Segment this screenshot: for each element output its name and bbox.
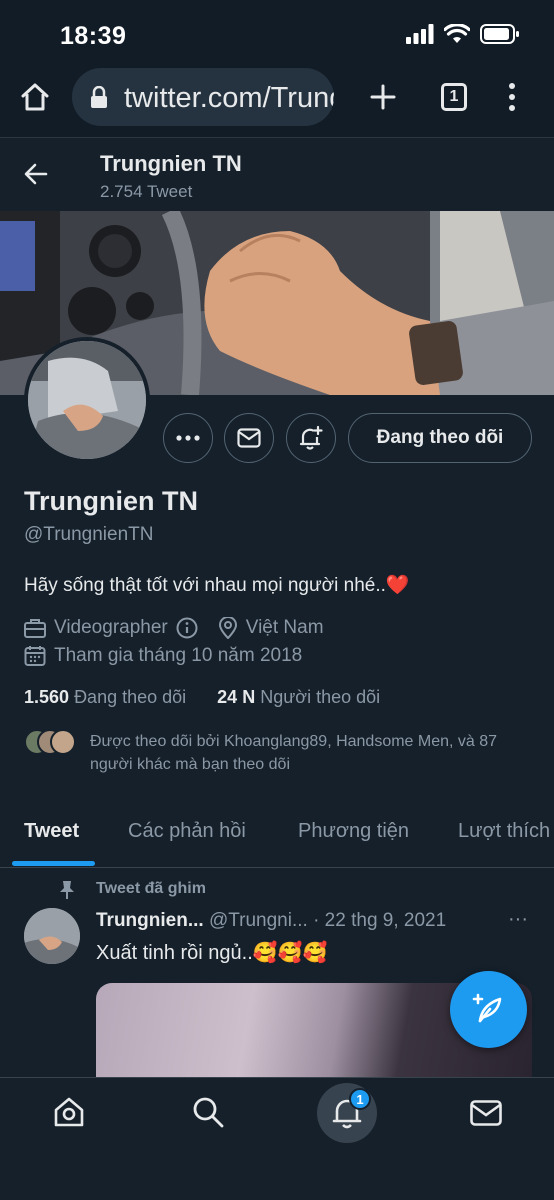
tweet-author-handle[interactable]: @Trungni... [209,910,308,931]
profile-meta-row: Videographer Việt Nam [24,617,324,639]
tab-replies[interactable]: Các phản hồi [128,820,246,843]
header-tweet-count: 2.754 Tweet [100,182,193,201]
profile-joined: Tham gia tháng 10 năm 2018 [54,645,303,666]
new-tab-icon[interactable] [370,84,396,110]
url-text: twitter.com/Trungnien [124,82,334,114]
home-icon[interactable] [20,82,50,112]
tab-tweets[interactable]: Tweet [24,820,79,843]
briefcase-icon [24,619,46,638]
back-arrow-icon[interactable] [24,163,48,185]
compose-tweet-button[interactable] [450,971,527,1048]
tweet-author-name[interactable]: Trungnien... [96,910,204,931]
follow-stats: 1.560 Đang theo dõi 24 N Người theo dõi [24,687,380,708]
tab-count: 1 [449,88,459,105]
tweet-header: Trungnien... @Trungni... · 22 thg 9, 202… [96,910,446,932]
pinned-label: Tweet đã ghim [96,880,206,897]
compose-feather-icon [472,993,501,1022]
message-button[interactable] [224,413,274,463]
profile-handle: @TrungnienTN [24,524,154,545]
more-horiz-icon [176,435,200,441]
status-time: 18:39 [60,22,127,50]
tweet-more-button[interactable]: ··· [508,908,528,931]
location-pin-icon [218,617,237,639]
followers-count: 24 N [217,687,256,707]
calendar-icon [24,646,46,666]
messages-nav-icon[interactable] [470,1100,502,1126]
mutual-avatar [50,729,76,755]
battery-icon [480,24,519,44]
mail-icon [237,428,261,448]
browser-toolbar: twitter.com/Trungnien 1 [0,64,554,138]
search-nav-icon[interactable] [192,1096,224,1128]
system-home-bar [0,1150,554,1200]
profile-bio: Hãy sống thật tốt với nhau mọi người nhé… [24,573,410,597]
avatar-image [28,341,146,459]
followers-stat[interactable]: 24 N Người theo dõi [217,687,380,707]
lock-icon [91,86,107,108]
following-stat[interactable]: 1.560 Đang theo dõi [24,687,186,707]
status-icons [406,24,520,44]
bell-plus-icon [299,425,323,450]
info-icon[interactable] [176,617,198,639]
home-nav-icon[interactable] [53,1096,85,1128]
profile-tabs: Tweet Các phản hồi Phương tiện Lượt thíc… [0,800,554,868]
tweet-author-avatar[interactable] [24,908,80,964]
following-count: 1.560 [24,687,70,707]
profile-location: Việt Nam [245,617,324,638]
profile-joined-row: Tham gia tháng 10 năm 2018 [24,645,302,667]
header-name: Trungnien TN [100,151,242,176]
tweet-avatar-image [24,908,80,964]
tweet-date[interactable]: · 22 thg 9, 2021 [313,910,446,931]
following-label: Đang theo dõi [74,687,187,707]
tab-likes[interactable]: Lượt thích [458,820,550,843]
pin-icon [60,881,74,899]
bottom-navigation [0,1077,554,1150]
followers-label: Người theo dõi [260,687,381,707]
profile-avatar[interactable] [24,337,150,463]
tab-media[interactable]: Phương tiện [298,820,409,843]
notification-badge: 1 [349,1088,371,1110]
active-tab-indicator [12,861,95,866]
profile-header: Trungnien TN 2.754 Tweet [0,139,554,211]
more-options-button[interactable] [163,413,213,463]
profile-category: Videographer [54,617,168,638]
more-vert-icon[interactable] [507,82,517,112]
following-button[interactable]: Đang theo dõi [348,413,532,463]
followed-by-text[interactable]: Được theo dõi bởi Khoanglang89, Handsome… [90,730,530,776]
tab-switcher-button[interactable]: 1 [441,83,467,111]
profile-display-name: Trungnien TN [24,486,198,516]
signal-icon [406,24,434,44]
url-bar[interactable]: twitter.com/Trungnien [72,68,334,126]
mutual-followers-avatars[interactable] [24,729,84,755]
heart-emoji: ❤️ [385,575,410,596]
status-bar: 18:39 [0,0,554,64]
notifications-subscribe-button[interactable] [286,413,336,463]
wifi-icon [444,24,470,43]
bio-text: Hãy sống thật tốt với nhau mọi người nhé… [24,575,386,596]
tweet-text: Xuất tinh rồi ngủ..🥰🥰🥰 [96,942,328,964]
